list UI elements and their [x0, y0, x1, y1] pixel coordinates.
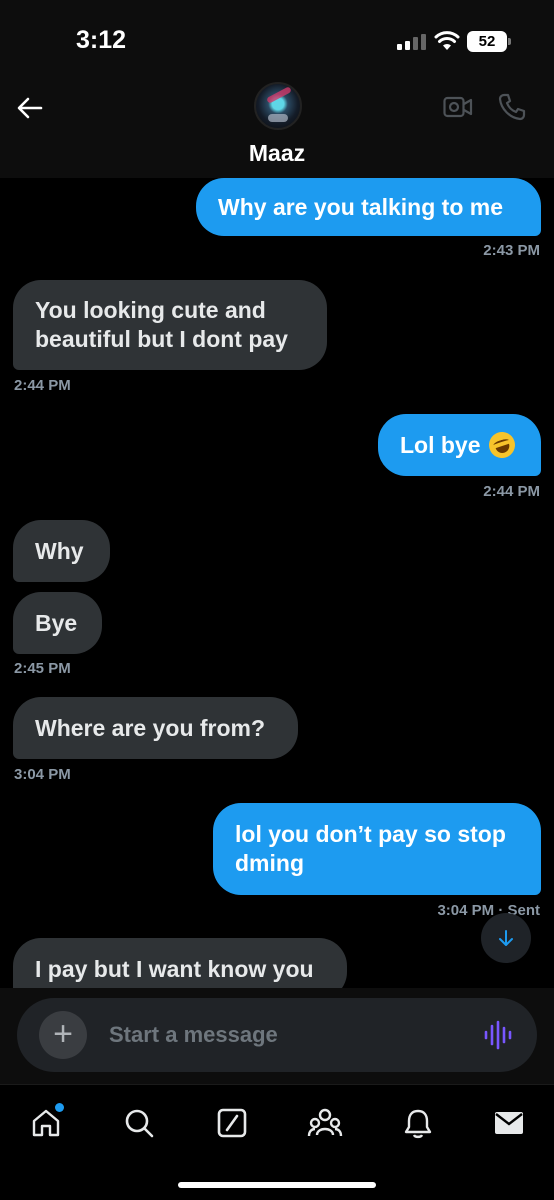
message-text-line1: lol you don’t pay so stop — [235, 821, 506, 847]
composer-area: + — [0, 988, 554, 1084]
message-timestamp: 3:04 PM · Sent — [437, 902, 540, 919]
status-bar: 3:12 52 — [0, 0, 554, 80]
status-time: 3:12 — [76, 26, 127, 54]
message-outgoing[interactable]: Lol bye — [378, 414, 541, 476]
message-list[interactable]: Why are you talking to me 2:43 PM You lo… — [0, 178, 554, 988]
message-incoming[interactable]: Bye — [13, 592, 102, 654]
contact-name[interactable]: Maaz — [0, 140, 554, 167]
search-icon — [125, 1109, 154, 1138]
communities-icon — [307, 1108, 343, 1137]
message-timestamp: 2:45 PM — [14, 660, 71, 677]
phone-icon[interactable] — [497, 92, 527, 122]
tab-messages[interactable] — [487, 1101, 531, 1145]
message-text: Why are you talking to me — [218, 193, 503, 220]
message-timestamp: 3:04 PM — [14, 766, 71, 783]
message-outgoing[interactable]: Why are you talking to me — [196, 178, 541, 236]
video-call-icon[interactable] — [443, 94, 473, 120]
message-incoming[interactable]: I pay but I want know you — [13, 938, 347, 988]
grok-icon — [217, 1108, 247, 1138]
message-incoming[interactable]: Where are you from? — [13, 697, 298, 759]
voice-wave-icon[interactable] — [483, 1020, 513, 1050]
tab-communities[interactable] — [303, 1101, 347, 1145]
message-text-line1: You looking cute and — [35, 297, 266, 323]
message-text: Lol bye — [400, 431, 481, 458]
message-text: Where are you from? — [35, 714, 266, 741]
message-outgoing[interactable]: lol you don’t pay so stop dming — [213, 803, 541, 895]
tab-search[interactable] — [117, 1101, 161, 1145]
rofl-emoji-icon — [485, 428, 518, 462]
message-incoming[interactable]: Why — [13, 520, 110, 582]
bell-icon — [404, 1109, 432, 1139]
signal-icon — [397, 34, 427, 50]
chat-header: Maaz — [0, 80, 554, 178]
message-timestamp: 2:43 PM — [483, 242, 540, 259]
notification-dot — [55, 1103, 64, 1112]
scroll-to-bottom-button[interactable] — [481, 913, 531, 963]
mail-icon — [495, 1112, 523, 1134]
back-arrow-icon[interactable] — [14, 92, 46, 124]
home-indicator — [178, 1182, 376, 1188]
plus-icon[interactable]: + — [39, 1011, 87, 1059]
message-input[interactable] — [109, 1020, 439, 1050]
arrow-down-icon — [499, 930, 513, 946]
message-text-line2: dming — [235, 850, 304, 876]
tab-home[interactable] — [24, 1101, 68, 1145]
battery-indicator: 52 — [467, 31, 511, 52]
avatar[interactable] — [254, 82, 302, 130]
message-text: I pay but I want know you — [35, 955, 314, 982]
tab-notifications[interactable] — [396, 1101, 440, 1145]
message-text-line2: beautiful but I dont pay — [35, 326, 288, 352]
message-text: Why — [35, 537, 84, 564]
message-incoming[interactable]: You looking cute and beautiful but I don… — [13, 280, 327, 370]
message-text: Bye — [35, 609, 78, 636]
message-timestamp: 2:44 PM — [483, 483, 540, 500]
tab-grok[interactable] — [210, 1101, 254, 1145]
wifi-icon — [434, 31, 460, 50]
message-timestamp: 2:44 PM — [14, 377, 71, 394]
message-composer: + — [17, 998, 537, 1072]
